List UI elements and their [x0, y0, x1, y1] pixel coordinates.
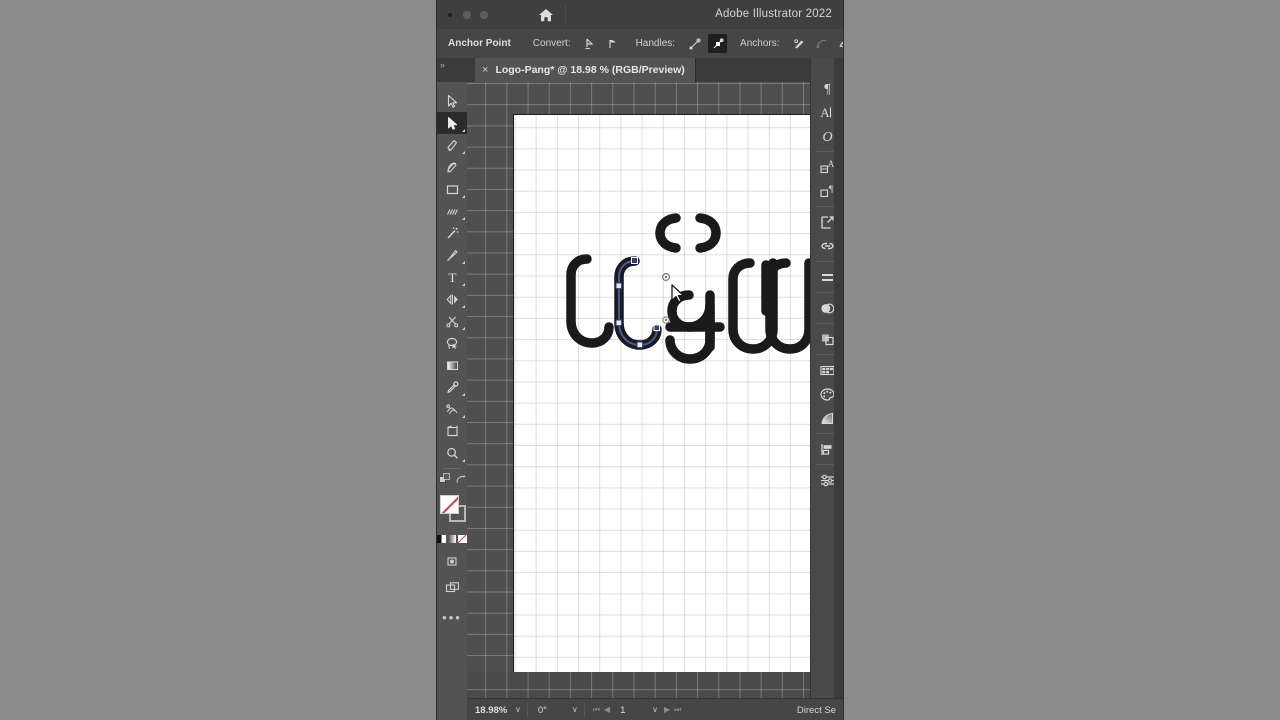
none-indicator: [441, 496, 458, 513]
svg-text:¶: ¶: [824, 82, 831, 97]
tool-flyout-indicator: [462, 393, 465, 396]
tool-flyout-indicator: [462, 415, 465, 418]
drawing-mode-icon[interactable]: [437, 551, 467, 571]
gradient-tool[interactable]: [437, 354, 467, 376]
tool-flyout-indicator: [462, 305, 465, 308]
status-divider: [583, 703, 585, 717]
toolbar-divider: [443, 468, 461, 469]
lasso-tool[interactable]: [437, 332, 467, 354]
window-button-close[interactable]: [446, 11, 454, 19]
anchors-group: Anchors:: [740, 34, 843, 53]
title-divider: [565, 5, 566, 24]
previous-artboard-icon[interactable]: ◀: [604, 706, 610, 714]
anchors-label: Anchors:: [740, 38, 780, 49]
handles-group: Handles:: [635, 34, 728, 53]
screen: Adobe Illustrator 2022 Anchor Point Conv…: [0, 0, 1280, 720]
dock-edge: [834, 58, 843, 720]
edit-toolbar-label: •••: [442, 609, 462, 625]
swap-fill-stroke-icon[interactable]: [455, 472, 466, 490]
svg-text:¶: ¶: [829, 184, 833, 194]
window-button-zoom[interactable]: [480, 11, 488, 19]
last-artboard-icon[interactable]: ⏭: [674, 706, 681, 714]
curvature-tool[interactable]: [437, 156, 467, 178]
document-tab[interactable]: × Logo-Pang* @ 18.98 % (RGB/Preview): [475, 58, 696, 82]
logo-artwork[interactable]: [514, 115, 814, 674]
svg-text:O: O: [822, 130, 832, 145]
rectangle-tool[interactable]: [437, 178, 467, 200]
tool-flyout-indicator: [462, 261, 465, 264]
cut-path-icon[interactable]: [836, 34, 843, 53]
tool-flyout-indicator: [462, 327, 465, 330]
status-divider: [526, 703, 528, 717]
active-tool-label: Anchor Point: [448, 38, 511, 49]
artboard[interactable]: [513, 114, 814, 673]
scissors-tool[interactable]: [437, 310, 467, 332]
document-tab-label: Logo-Pang* @ 18.98 % (RGB/Preview): [495, 64, 685, 76]
close-icon[interactable]: ×: [482, 64, 488, 76]
show-handles-icon[interactable]: [685, 34, 704, 53]
hide-handles-icon[interactable]: [708, 34, 728, 53]
connect-anchor-icon[interactable]: [813, 34, 832, 53]
first-artboard-icon[interactable]: ⏮: [593, 706, 600, 714]
fill-stroke-swatches[interactable]: [437, 493, 467, 531]
window-button-minimize[interactable]: [463, 11, 471, 19]
toolbar-expand-icon[interactable]: »: [440, 61, 445, 70]
window-controls: [446, 11, 488, 19]
pen-tool[interactable]: [437, 134, 467, 156]
tool-flyout-indicator: [462, 459, 465, 462]
eyedropper-tool[interactable]: [437, 376, 467, 398]
document-tab-strip: » × Logo-Pang* @ 18.98 % (RGB/Preview) «: [437, 58, 843, 83]
selected-path: [614, 256, 670, 350]
handles-label: Handles:: [635, 38, 676, 49]
none-button[interactable]: [458, 535, 468, 543]
selection-tool[interactable]: [437, 90, 467, 112]
zoom-tool[interactable]: [437, 442, 467, 464]
canvas-grid-bottom: [467, 672, 814, 698]
convert-to-corner-icon[interactable]: [581, 34, 600, 53]
reflect-tool[interactable]: [437, 288, 467, 310]
remove-anchor-icon[interactable]: [790, 34, 809, 53]
status-bar: 18.98% ∨ 0° ∨ ⏮ ◀ 1 ∨ ▶ ⏭ Direct Se: [467, 698, 843, 720]
tools-panel: T •••: [437, 82, 468, 720]
convert-label: Convert:: [532, 38, 571, 49]
illustrator-window: Adobe Illustrator 2022 Anchor Point Conv…: [437, 0, 843, 720]
screen-mode-icon[interactable]: [437, 577, 467, 597]
convert-to-smooth-icon[interactable]: [604, 34, 623, 53]
glyph-arc-left: [655, 213, 681, 253]
status-current-tool[interactable]: Direct Se: [797, 705, 836, 716]
canvas-area[interactable]: [467, 82, 814, 698]
default-fill-stroke-icon[interactable]: [438, 472, 451, 490]
color-swatch-button[interactable]: [437, 535, 446, 543]
blend-tool[interactable]: [437, 398, 467, 420]
tool-flyout-indicator: [462, 151, 465, 154]
color-mode-buttons: [437, 533, 468, 545]
zoom-dropdown-icon[interactable]: ∨: [515, 706, 521, 714]
artboard-number-value[interactable]: 1: [620, 705, 646, 716]
home-icon[interactable]: [537, 6, 555, 24]
title-bar: Adobe Illustrator 2022: [437, 0, 843, 30]
line-segment-tool[interactable]: [437, 200, 467, 222]
tool-flyout-indicator: [462, 195, 465, 198]
type-tool[interactable]: T: [437, 266, 467, 288]
zoom-level-value[interactable]: 18.98%: [475, 705, 515, 716]
rotation-value[interactable]: 0°: [538, 705, 572, 716]
gradient-button[interactable]: [447, 535, 457, 543]
edit-toolbar-button[interactable]: •••: [437, 607, 467, 627]
app-title: Adobe Illustrator 2022: [715, 8, 832, 20]
direct-selection-tool[interactable]: [437, 112, 467, 134]
paintbrush-tool[interactable]: [437, 244, 467, 266]
svg-text:A: A: [820, 105, 830, 120]
artboard-tool[interactable]: [437, 420, 467, 442]
tool-flyout-indicator: [462, 217, 465, 220]
tool-flyout-indicator: [462, 129, 465, 132]
artboard-dropdown-icon[interactable]: ∨: [652, 706, 658, 714]
svg-text:T: T: [448, 270, 456, 285]
fill-swatch[interactable]: [440, 495, 459, 514]
control-bar: Anchor Point Convert: Handles: Anchors:: [437, 29, 843, 59]
rotation-dropdown-icon[interactable]: ∨: [572, 706, 578, 714]
next-artboard-icon[interactable]: ▶: [664, 706, 670, 714]
convert-group: Convert:: [533, 34, 623, 53]
tool-flyout-indicator: [462, 283, 465, 286]
magic-wand-tool[interactable]: [437, 222, 467, 244]
